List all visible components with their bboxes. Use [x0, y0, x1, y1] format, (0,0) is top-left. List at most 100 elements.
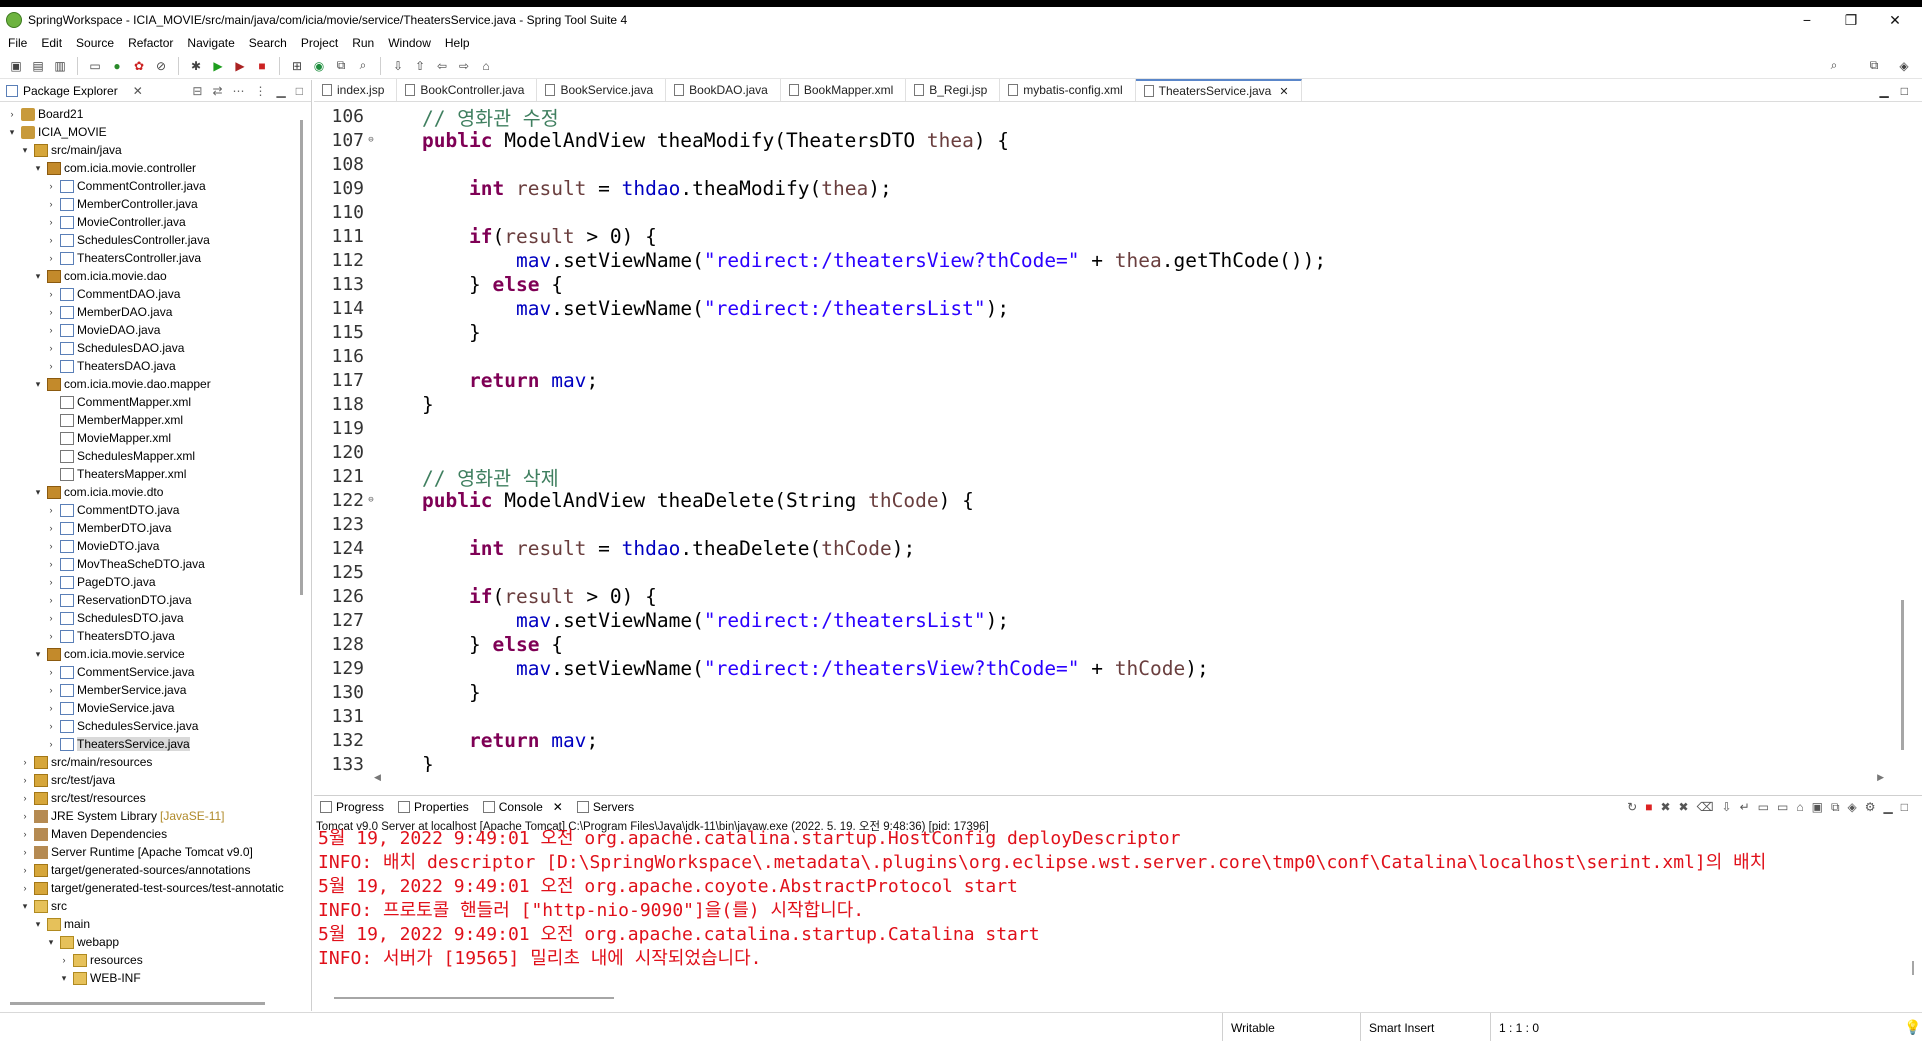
gear-icon[interactable]: ⚙: [1865, 800, 1876, 815]
back-icon[interactable]: ⇦: [434, 58, 450, 74]
tree-item[interactable]: ▾ WEB-INF: [0, 969, 300, 985]
code-area[interactable]: 106// 영화관 수정 107 ⊖ public ModelAndView thea…: [314, 104, 1894, 773]
remove-launch-icon[interactable]: ✖: [1660, 800, 1670, 815]
tree-item[interactable]: TheatersMapper.xml: [0, 465, 300, 483]
chevron-right-icon[interactable]: ›: [45, 631, 57, 641]
tree-item[interactable]: › MemberController.java: [0, 195, 300, 213]
search-toolbar-icon[interactable]: ⌕: [355, 58, 371, 74]
tree-item[interactable]: › SchedulesController.java: [0, 231, 300, 249]
save-all-icon[interactable]: ▥: [52, 58, 68, 74]
tree-item[interactable]: › MemberDTO.java: [0, 519, 300, 537]
tree-item[interactable]: › target/generated-test-sources/test-anno…: [0, 879, 300, 897]
spring-icon[interactable]: ✿: [131, 58, 147, 74]
close-icon[interactable]: ✕: [553, 800, 563, 814]
new-icon[interactable]: ▣: [8, 58, 24, 74]
stop-icon[interactable]: ■: [254, 58, 270, 74]
editor-tab[interactable]: BookDAO.java: [666, 79, 781, 101]
chevron-right-icon[interactable]: ›: [45, 253, 57, 263]
collapse-all-icon[interactable]: ⊟: [192, 84, 202, 98]
tree-item[interactable]: › Board21: [0, 105, 300, 123]
chevron-right-icon[interactable]: ›: [45, 523, 57, 533]
chevron-right-icon[interactable]: ›: [45, 181, 57, 191]
tab-progress[interactable]: Progress: [320, 800, 384, 814]
chevron-down-icon[interactable]: ▾: [19, 901, 31, 912]
chevron-right-icon[interactable]: ›: [19, 865, 31, 875]
tree-item[interactable]: › PageDTO.java: [0, 573, 300, 591]
restart-icon[interactable]: ↻: [1627, 800, 1637, 815]
tree-item[interactable]: ▾ ICIA_MOVIE: [0, 123, 300, 141]
chevron-right-icon[interactable]: ›: [45, 685, 57, 695]
chevron-right-icon[interactable]: ›: [45, 217, 57, 227]
tree-horizontal-scrollbar[interactable]: [10, 1002, 265, 1005]
tree-item[interactable]: › SchedulesDTO.java: [0, 609, 300, 627]
tree-item[interactable]: ▾ webapp: [0, 933, 300, 951]
tree-item[interactable]: ▾ src: [0, 897, 300, 915]
menu-refactor[interactable]: Refactor: [128, 36, 173, 50]
spring-perspective-icon[interactable]: ◈: [1896, 58, 1912, 74]
terminal-icon[interactable]: ▭: [87, 58, 103, 74]
tree-item[interactable]: › resources: [0, 951, 300, 969]
menu-window[interactable]: Window: [388, 36, 431, 50]
tab-package-explorer[interactable]: Package Explorer ✕: [6, 84, 151, 98]
tree-item[interactable]: MemberMapper.xml: [0, 411, 300, 429]
tree-item[interactable]: › ReservationDTO.java: [0, 591, 300, 609]
tree-item[interactable]: › TheatersDTO.java: [0, 627, 300, 645]
chevron-right-icon[interactable]: ›: [45, 721, 57, 731]
forward-icon[interactable]: ⇨: [456, 58, 472, 74]
chevron-right-icon[interactable]: ›: [19, 829, 31, 839]
tree-item[interactable]: › src/test/resources: [0, 789, 300, 807]
chevron-right-icon[interactable]: ›: [45, 613, 57, 623]
pin-editor-icon[interactable]: ⌂: [478, 58, 494, 74]
chevron-right-icon[interactable]: ›: [45, 541, 57, 551]
link-with-editor-icon[interactable]: ⇄: [212, 84, 222, 98]
editor-tab[interactable]: index.jsp: [314, 79, 398, 101]
run-icon[interactable]: ▶: [210, 58, 226, 74]
chevron-right-icon[interactable]: ›: [58, 955, 70, 965]
tab-console[interactable]: Console ✕: [482, 800, 563, 814]
chevron-right-icon[interactable]: ›: [45, 235, 57, 245]
chevron-right-icon[interactable]: ›: [45, 289, 57, 299]
chevron-right-icon[interactable]: ›: [6, 109, 18, 119]
chevron-right-icon[interactable]: ›: [19, 793, 31, 803]
chevron-right-icon[interactable]: ›: [45, 505, 57, 515]
maximize-editor-icon[interactable]: □: [1901, 84, 1908, 98]
chevron-down-icon[interactable]: ▾: [32, 271, 44, 282]
tree-item[interactable]: ▾ com.icia.movie.dao: [0, 267, 300, 285]
chevron-right-icon[interactable]: ›: [45, 325, 57, 335]
editor-tab[interactable]: TheatersService.java ✕: [1135, 79, 1302, 101]
new-java-package-icon[interactable]: ⊞: [289, 58, 305, 74]
minimize-panel-icon[interactable]: ▁: [1884, 800, 1893, 815]
save-icon[interactable]: ▤: [30, 58, 46, 74]
editor-tab[interactable]: BookMapper.xml: [781, 79, 907, 101]
menu-help[interactable]: Help: [445, 36, 470, 50]
tree-item[interactable]: › target/generated-sources/annotations: [0, 861, 300, 879]
debug-icon[interactable]: ✱: [188, 58, 204, 74]
tree-item[interactable]: › MovTheaScheDTO.java: [0, 555, 300, 573]
scroll-right-icon[interactable]: ▶: [1877, 772, 1884, 783]
tree-item[interactable]: › MovieService.java: [0, 699, 300, 717]
menu-search[interactable]: Search: [249, 36, 287, 50]
chevron-down-icon[interactable]: ▾: [32, 487, 44, 498]
search-icon[interactable]: ⌕: [1826, 58, 1842, 74]
show-on-stderr-icon[interactable]: ▭: [1777, 800, 1788, 815]
chevron-down-icon[interactable]: ▾: [32, 163, 44, 174]
fold-icon[interactable]: ⊖: [364, 135, 378, 145]
console-vertical-scrollbar[interactable]: [1912, 961, 1914, 975]
maximize-panel-icon[interactable]: □: [1901, 800, 1908, 815]
tree-item[interactable]: › MemberDAO.java: [0, 303, 300, 321]
tree-item[interactable]: ▾ com.icia.movie.dto: [0, 483, 300, 501]
open-console-icon[interactable]: ⧉: [1831, 800, 1840, 815]
tree-item[interactable]: › SchedulesDAO.java: [0, 339, 300, 357]
chevron-right-icon[interactable]: ›: [45, 703, 57, 713]
run-external-tools-icon[interactable]: ▶: [232, 58, 248, 74]
tree-item[interactable]: MovieMapper.xml: [0, 429, 300, 447]
chevron-down-icon[interactable]: ▾: [32, 649, 44, 660]
close-icon[interactable]: ✕: [133, 84, 143, 98]
chevron-right-icon[interactable]: ›: [19, 883, 31, 893]
chevron-right-icon[interactable]: ›: [45, 667, 57, 677]
chevron-right-icon[interactable]: ›: [19, 847, 31, 857]
open-perspective-icon[interactable]: ⧉: [1866, 58, 1882, 74]
tree-item[interactable]: SchedulesMapper.xml: [0, 447, 300, 465]
show-on-stdout-icon[interactable]: ▭: [1758, 800, 1769, 815]
skip-breakpoints-icon[interactable]: ⊘: [153, 58, 169, 74]
